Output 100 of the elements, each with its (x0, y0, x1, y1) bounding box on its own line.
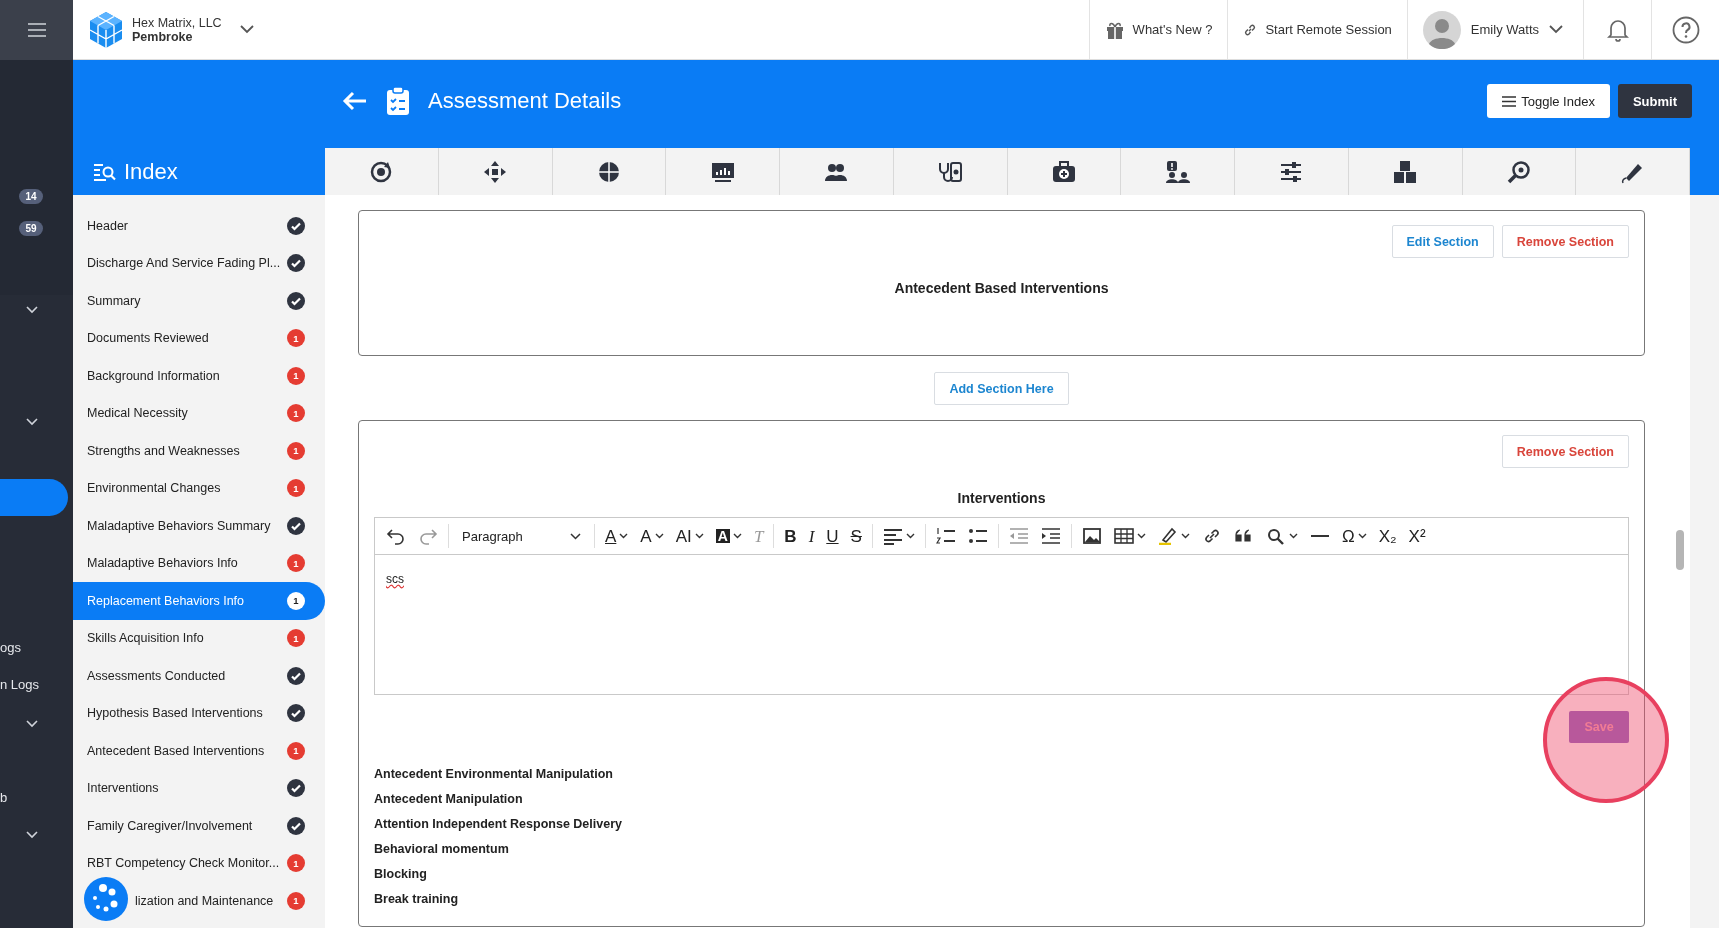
redo-icon (418, 527, 438, 545)
index-item[interactable]: Environmental Changes 1 (73, 469, 321, 507)
index-item[interactable]: Interventions (73, 769, 321, 807)
edit-section-button[interactable]: Edit Section (1391, 225, 1494, 258)
inverse-button[interactable]: A (710, 521, 747, 551)
error-count-badge: 1 (287, 741, 305, 760)
nav-item-label[interactable]: b (0, 790, 8, 805)
index-item[interactable]: Antecedent Based Interventions 1 (73, 732, 321, 770)
section-tab[interactable] (552, 148, 667, 195)
paragraph-format-dropdown[interactable]: Paragraph (454, 521, 589, 551)
index-item-label: Discharge And Service Fading Pl... (87, 256, 281, 271)
error-count-badge: 1 (287, 329, 305, 348)
link-icon (1243, 22, 1258, 37)
section-tab[interactable] (1235, 148, 1349, 195)
scrollbar-thumb[interactable] (1676, 530, 1684, 570)
submit-button[interactable]: Submit (1617, 84, 1692, 118)
index-item[interactable]: Strengths and Weaknesses 1 (73, 432, 321, 470)
chevron-down-icon[interactable] (239, 25, 254, 34)
back-arrow-icon[interactable] (342, 91, 368, 111)
floating-action-button[interactable] (84, 877, 128, 921)
magnifier-icon (1505, 159, 1532, 184)
section-tab[interactable] (666, 148, 780, 195)
align-icon (882, 527, 903, 545)
toggle-index-button[interactable]: Toggle Index (1487, 84, 1610, 118)
index-item[interactable]: Background Information 1 (73, 357, 321, 395)
remove-section-button[interactable]: Remove Section (1501, 435, 1629, 468)
index-item-label: Strengths and Weaknesses (87, 443, 240, 458)
index-item[interactable]: Medical Necessity 1 (73, 394, 321, 432)
index-item[interactable]: Header (73, 207, 321, 245)
plain-button[interactable]: X₂ (1373, 521, 1402, 551)
index-item-label: Medical Necessity (87, 406, 188, 421)
count-badge: 14 (19, 189, 43, 204)
highlight-icon (1157, 527, 1178, 545)
section-tab[interactable] (780, 148, 894, 195)
lineheight-button[interactable]: AI (670, 521, 709, 551)
index-item[interactable]: Family Caregiver/Involvement (73, 807, 321, 845)
index-item-label: Header (87, 218, 128, 233)
error-count-badge: 1 (287, 554, 305, 573)
section-tab[interactable] (1462, 148, 1577, 195)
active-nav-item[interactable] (0, 479, 68, 516)
intervention-option: Blocking (374, 867, 1629, 881)
error-count-badge: 1 (287, 479, 305, 498)
underline-button[interactable]: U (821, 521, 844, 551)
italic-button[interactable]: I (803, 521, 820, 551)
nav-item-label[interactable]: ogs (0, 640, 21, 655)
section-title: Antecedent Based Interventions (893, 280, 1110, 296)
index-item-label: Summary (87, 293, 141, 308)
bell-icon (1606, 17, 1629, 42)
avatar-icon (1422, 10, 1461, 49)
error-count-badge: 1 (287, 891, 305, 910)
section-tab[interactable] (325, 148, 439, 195)
outdent-icon (1008, 527, 1029, 545)
chevron-down-icon (1549, 25, 1563, 34)
plain-button[interactable]: X² (1403, 521, 1431, 551)
index-item-label: Family Caregiver/Involvement (87, 818, 253, 833)
index-item[interactable]: Discharge And Service Fading Pl... (73, 244, 321, 282)
nav-item-label[interactable]: n Logs (0, 677, 40, 692)
menu-button[interactable] (0, 0, 73, 60)
index-item[interactable]: Assessments Conducted (73, 657, 321, 695)
section-tab[interactable] (1007, 148, 1122, 195)
table-icon (1113, 527, 1134, 545)
fontcolor-button[interactable]: A (600, 521, 634, 551)
error-count-badge: 1 (287, 404, 305, 423)
bold-button[interactable]: B (779, 521, 802, 551)
medkit-icon (1050, 159, 1077, 184)
strike-button[interactable]: S (845, 521, 867, 551)
index-item[interactable]: Replacement Behaviors Info 1 (73, 582, 325, 620)
index-item-label: Hypothesis Based Interventions (87, 706, 263, 721)
index-item[interactable]: Skills Acquisition Info 1 (73, 619, 321, 657)
plain-button[interactable]: Ω (1336, 521, 1372, 551)
page-title: Assessment Details (428, 88, 622, 114)
error-count-badge: 1 (287, 854, 305, 873)
index-item[interactable]: lization and Maintenance 1 (73, 882, 321, 920)
index-title: Index (124, 158, 178, 185)
count-badge: 59 (19, 221, 43, 236)
index-item[interactable]: Summary (73, 282, 321, 320)
fontsize-button[interactable]: A (635, 521, 669, 551)
index-item-label: Background Information (87, 368, 220, 383)
error-count-badge: 1 (287, 629, 305, 648)
index-item-label: Antecedent Based Interventions (87, 743, 265, 758)
error-count-badge: 1 (287, 366, 305, 385)
index-item-label: Documents Reviewed (87, 331, 209, 346)
menu-icon (27, 23, 46, 37)
remove-section-button[interactable]: Remove Section (1501, 225, 1629, 258)
index-item-label: Maladaptive Behaviors Info (87, 556, 238, 571)
rich-text-editor[interactable]: scs (375, 555, 1628, 694)
add-section-button[interactable]: Add Section Here (934, 372, 1069, 405)
index-item[interactable]: RBT Competency Check Monitor... 1 (73, 844, 321, 882)
intervention-option: Antecedent Environmental Manipulation (374, 767, 1629, 781)
index-item-label: Interventions (87, 781, 159, 796)
index-item[interactable]: Hypothesis Based Interventions (73, 694, 321, 732)
index-item-label: RBT Competency Check Monitor... (87, 856, 280, 871)
index-item-label: Replacement Behaviors Info (87, 593, 245, 608)
section-tab[interactable] (893, 148, 1008, 195)
index-item[interactable]: Documents Reviewed 1 (73, 319, 321, 357)
section-title: Interventions (956, 490, 1047, 506)
index-item[interactable]: Maladaptive Behaviors Summary (73, 507, 321, 545)
section-tab[interactable] (1121, 148, 1235, 195)
section-tab[interactable] (1348, 148, 1463, 195)
index-item[interactable]: Maladaptive Behaviors Info 1 (73, 544, 321, 582)
